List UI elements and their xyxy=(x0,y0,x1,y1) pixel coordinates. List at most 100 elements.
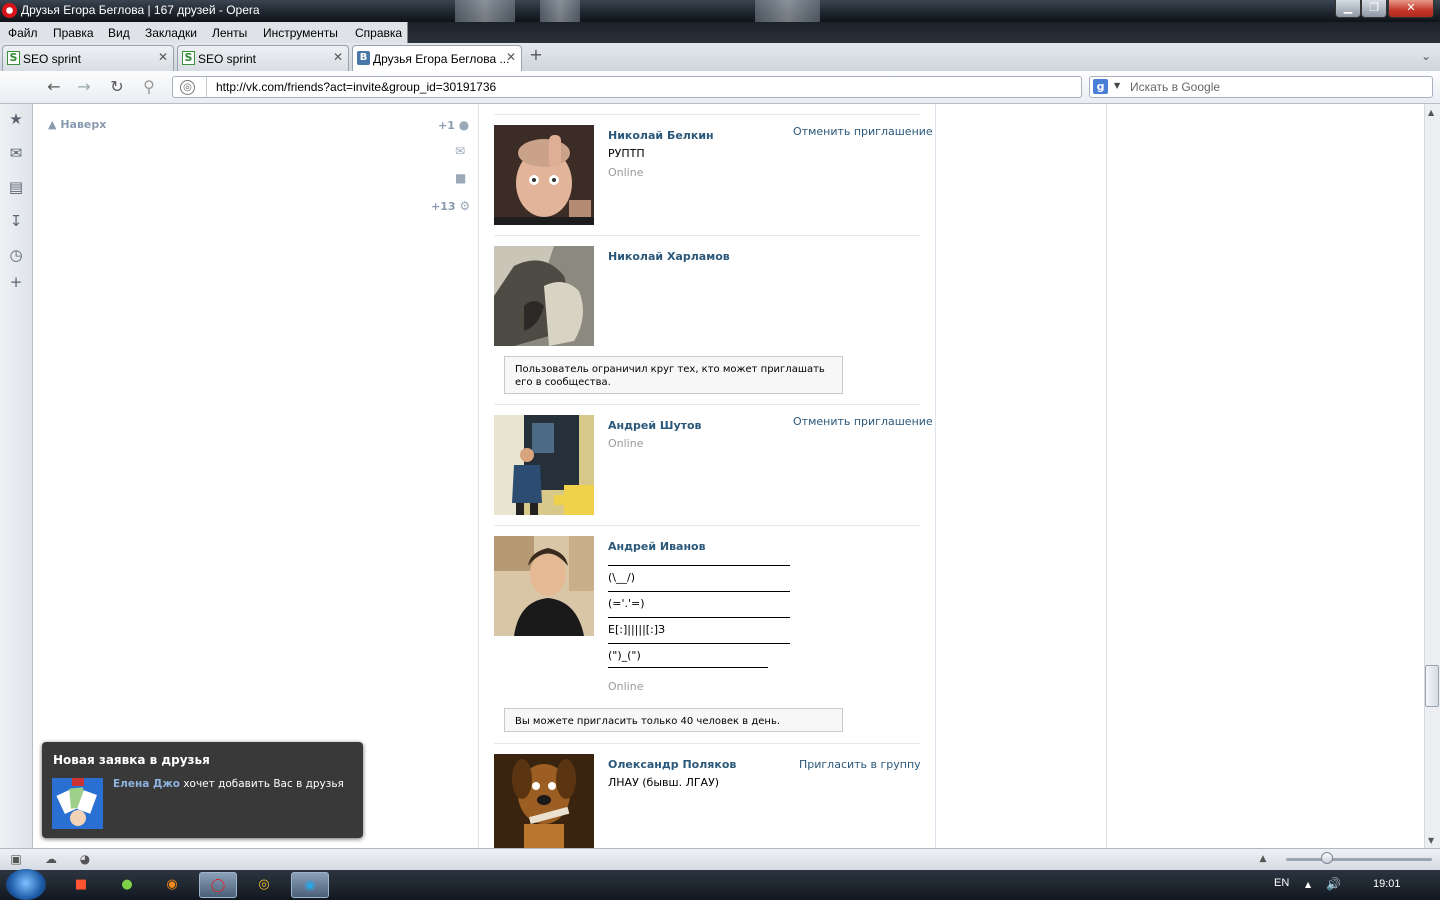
notification-text: Елена Джо хочет добавить Вас в друзья xyxy=(113,778,344,790)
friend-name-link[interactable]: Николай Харламов xyxy=(608,250,730,263)
new-tab-button[interactable]: + xyxy=(528,47,544,64)
forward-button[interactable]: → xyxy=(74,78,94,96)
tray-expand-icon[interactable]: ▲ xyxy=(1305,880,1311,889)
menu-view[interactable]: Вид xyxy=(108,26,130,40)
divider xyxy=(1106,104,1107,848)
scrollbar-thumb[interactable] xyxy=(1425,665,1439,707)
avatar[interactable] xyxy=(494,125,594,225)
history-clock-icon[interactable]: ◷ xyxy=(7,246,25,264)
friend-status-line: (")_(") xyxy=(608,649,641,662)
divider xyxy=(494,114,920,115)
mail-icon[interactable]: ✉ xyxy=(7,144,25,162)
invite-restriction-notice: Пользователь ограничил круг тех, кто мож… xyxy=(504,356,843,394)
online-status: Online xyxy=(608,437,644,450)
divider xyxy=(608,643,790,644)
close-icon[interactable]: ✕ xyxy=(333,50,343,64)
tab-label: SEO sprint xyxy=(23,52,82,66)
friends-counter-value: +1 xyxy=(438,119,455,132)
seo-sprint-icon: S xyxy=(182,51,195,65)
avatar[interactable] xyxy=(494,246,594,346)
friend-status: РУПТП xyxy=(608,147,645,160)
divider xyxy=(935,104,936,848)
avatar[interactable] xyxy=(52,778,103,829)
friends-counter[interactable]: +1 ● xyxy=(438,118,469,132)
turbo-icon[interactable]: ◕ xyxy=(77,851,93,867)
online-status: Online xyxy=(608,166,644,179)
close-icon[interactable]: ✕ xyxy=(158,50,168,64)
chrome-icon[interactable]: ◎ xyxy=(245,872,283,898)
friend-name-link[interactable]: Андрей Шутов xyxy=(608,419,702,432)
arrow-up-icon: ▲ xyxy=(48,118,57,131)
globe-icon: ◎ xyxy=(180,80,195,95)
avatar[interactable] xyxy=(494,415,594,515)
avatar[interactable] xyxy=(494,536,594,636)
minimize-button[interactable]: ▁ xyxy=(1335,0,1361,18)
divider xyxy=(608,565,790,566)
taskbar-app-icon[interactable]: ● xyxy=(108,872,146,898)
messages-icon[interactable]: ✉ xyxy=(455,144,465,158)
friend-name-link[interactable]: Олександр Поляков xyxy=(608,758,736,771)
friend-row: Олександр Поляков ЛНАУ (бывш. ЛГАУ) Приг… xyxy=(494,754,921,848)
friend-row: Николай Харламов Пользователь ограничил … xyxy=(494,246,920,405)
menu-bookmarks[interactable]: Закладки xyxy=(145,26,197,40)
menu-help[interactable]: Справка xyxy=(355,26,402,40)
menu-tools[interactable]: Инструменты xyxy=(263,26,338,40)
opera-unite-cloud-icon[interactable]: ☁ xyxy=(43,851,59,867)
menu-edit[interactable]: Правка xyxy=(53,26,94,40)
opera-taskbar-icon[interactable]: ◯ xyxy=(199,872,237,898)
divider xyxy=(608,667,768,668)
search-input[interactable]: g ▼ Искать в Google xyxy=(1089,76,1433,98)
notification-title: Новая заявка в друзья xyxy=(53,753,210,767)
add-panel-icon[interactable]: + xyxy=(7,273,25,291)
language-indicator[interactable]: EN xyxy=(1274,877,1289,889)
invite-to-group-link[interactable]: Пригласить в группу xyxy=(799,758,921,771)
menu-bar-background xyxy=(408,22,1440,43)
view-arrow-icon[interactable]: ▲ xyxy=(1255,851,1271,867)
maximize-button[interactable]: ❐ xyxy=(1361,0,1387,18)
tab-menu-chevron-icon[interactable]: ⌄ xyxy=(1421,49,1431,63)
menu-feeds[interactable]: Ленты xyxy=(212,26,247,40)
google-icon[interactable]: g xyxy=(1093,79,1108,94)
avatar[interactable] xyxy=(494,754,594,848)
close-icon[interactable]: ✕ xyxy=(506,50,516,64)
menu-file[interactable]: Файл xyxy=(8,26,38,40)
clock[interactable]: 19:01 xyxy=(1373,878,1401,890)
friend-name-link[interactable]: Николай Белкин xyxy=(608,129,714,142)
star-icon[interactable]: ★ xyxy=(7,110,25,128)
friend-status-line: (='.'=) xyxy=(608,597,645,610)
scroll-up-arrow-icon[interactable]: ▲ xyxy=(1428,108,1434,117)
volume-icon[interactable]: 🔊 xyxy=(1326,877,1341,891)
cancel-invitation-link[interactable]: Отменить приглашение xyxy=(793,125,933,138)
skype-icon[interactable]: ◉ xyxy=(291,872,329,898)
settings-counter-value: +13 xyxy=(431,200,456,213)
comment-icon[interactable]: ■ xyxy=(455,171,466,185)
tab-vk-friends[interactable]: В Друзья Егора Беглова ... ✕ xyxy=(352,45,522,71)
address-bar[interactable]: ◎ http://vk.com/friends?act=invite&group… xyxy=(172,76,1082,98)
windows-start-button[interactable] xyxy=(6,869,46,900)
browser-status-bar xyxy=(0,848,1440,870)
page-scrollbar[interactable] xyxy=(1424,104,1440,848)
panel-toggle-icon[interactable]: ▣ xyxy=(8,851,24,867)
settings-counter[interactable]: +13 ⚙ xyxy=(431,199,470,213)
requester-name-link[interactable]: Елена Джо xyxy=(113,778,180,790)
tab-seo-sprint-1[interactable]: S SEO sprint ✕ xyxy=(2,45,174,71)
wand-key-icon[interactable]: ⚲ xyxy=(139,78,159,96)
chevron-down-icon[interactable]: ▼ xyxy=(1114,81,1120,90)
friend-row: Андрей Шутов Online Отменить приглашение xyxy=(494,415,933,526)
friend-request-notification[interactable]: Новая заявка в друзья Елена Джо хочет до… xyxy=(42,742,363,838)
downloads-icon[interactable]: ↧ xyxy=(7,212,25,230)
tab-seo-sprint-2[interactable]: S SEO sprint ✕ xyxy=(177,45,349,71)
notes-icon[interactable]: ▤ xyxy=(7,178,25,196)
close-window-button[interactable]: ✕ xyxy=(1388,0,1434,18)
zoom-slider[interactable] xyxy=(1286,858,1432,861)
reload-button[interactable]: ↻ xyxy=(107,78,127,96)
taskbar-app-icon[interactable]: ■ xyxy=(62,872,100,898)
back-button[interactable]: ← xyxy=(44,78,64,96)
odnoklassniki-icon[interactable]: ◉ xyxy=(153,872,191,898)
friend-name-link[interactable]: Андрей Иванов xyxy=(608,540,706,553)
friend-status-line: (\__/) xyxy=(608,571,635,584)
scroll-down-arrow-icon[interactable]: ▼ xyxy=(1428,836,1434,845)
cancel-invitation-link[interactable]: Отменить приглашение xyxy=(793,415,933,428)
zoom-slider-handle[interactable] xyxy=(1321,852,1333,864)
scroll-to-top-link[interactable]: ▲ Наверх xyxy=(48,118,106,131)
